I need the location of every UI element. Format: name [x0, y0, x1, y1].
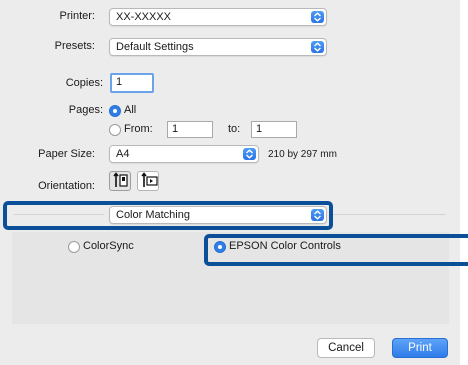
pages-from-radio[interactable] — [109, 124, 121, 136]
pages-all-label: All — [124, 104, 137, 116]
pages-to-value: 1 — [256, 123, 263, 135]
panel-menu-popup[interactable]: Color Matching — [109, 206, 327, 224]
popup-arrows-icon — [311, 209, 324, 221]
pages-from-value: 1 — [172, 123, 179, 135]
orientation-landscape-button[interactable] — [137, 171, 159, 191]
colorsync-label: ColorSync — [83, 240, 134, 252]
panel-separator-right — [330, 214, 446, 215]
presets-label: Presets: — [54, 40, 95, 52]
panel-menu-value: Color Matching — [116, 209, 190, 221]
paper-size-dimensions: 210 by 297 mm — [268, 149, 337, 160]
portrait-orientation-icon — [113, 172, 128, 187]
pages-to-field[interactable]: 1 — [251, 121, 297, 138]
colorsync-radio[interactable] — [68, 241, 80, 253]
paper-size-popup[interactable]: A4 — [109, 145, 259, 163]
copies-label: Copies: — [65, 77, 103, 89]
print-button[interactable]: Print — [392, 338, 448, 358]
cancel-button[interactable]: Cancel — [317, 338, 375, 358]
popup-arrows-icon — [243, 148, 256, 160]
presets-popup[interactable]: Default Settings — [109, 38, 327, 56]
popup-arrows-icon — [311, 11, 324, 23]
printer-value: XX-XXXXX — [116, 11, 172, 23]
presets-value: Default Settings — [116, 41, 194, 53]
landscape-orientation-icon — [141, 172, 158, 187]
printer-label: Printer: — [59, 10, 95, 22]
pages-all-radio[interactable] — [109, 105, 121, 117]
orientation-label: Orientation: — [38, 180, 95, 192]
copies-value: 1 — [116, 76, 123, 88]
epson-color-controls-radio[interactable] — [214, 241, 226, 253]
pages-label: Pages: — [68, 104, 103, 116]
orientation-portrait-button[interactable] — [109, 171, 131, 191]
paper-size-label: Paper Size: — [38, 148, 95, 160]
print-dialog: Printer: XX-XXXXX Presets: Default Setti… — [0, 0, 460, 365]
panel-separator — [14, 214, 104, 215]
color-matching-panel: ColorSync EPSON Color Controls — [12, 232, 449, 324]
pages-to-label: to: — [228, 123, 241, 135]
popup-arrows-icon — [311, 41, 324, 53]
pages-from-field[interactable]: 1 — [167, 121, 213, 138]
copies-field[interactable]: 1 — [110, 73, 154, 93]
paper-size-value: A4 — [116, 148, 130, 160]
printer-popup[interactable]: XX-XXXXX — [109, 8, 327, 26]
epson-color-controls-label: EPSON Color Controls — [229, 240, 341, 252]
pages-from-label: From: — [124, 123, 153, 135]
